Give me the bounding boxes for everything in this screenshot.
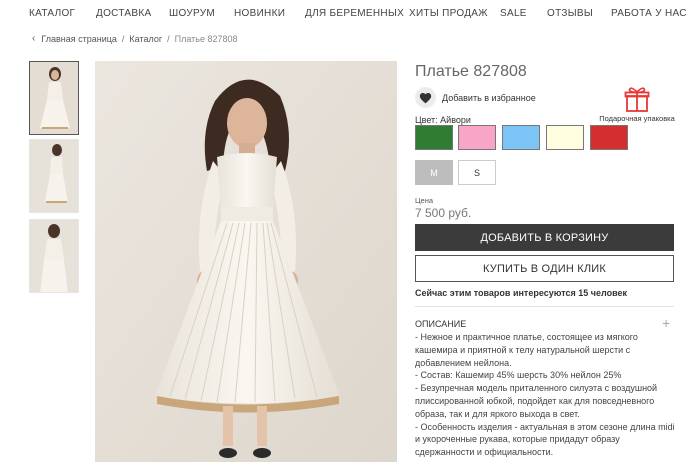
add-to-cart-button[interactable]: ДОБАВИТЬ В КОРЗИНУ — [415, 224, 674, 251]
nav-item-catalog[interactable]: КАТАЛОГ — [29, 8, 75, 19]
description-line: - Особенность изделия - актуальная в это… — [415, 421, 675, 458]
nav-item-delivery[interactable]: ДОСТАВКА — [96, 8, 151, 19]
description-line: - Нежное и практичное платье, состоящее … — [415, 332, 638, 368]
product-main-image[interactable] — [95, 61, 397, 462]
color-label: Цвет: Айвори — [415, 115, 471, 125]
buy-one-click-button[interactable]: КУПИТЬ В ОДИН КЛИК — [415, 255, 674, 282]
nav-item-careers[interactable]: РАБОТА У НАС — [611, 8, 687, 19]
color-swatch-green[interactable] — [415, 125, 453, 150]
gift-wrap-label: Подарочная упаковка — [599, 114, 675, 123]
description-line: - Безупречная модель приталенного силуэт… — [415, 383, 658, 419]
breadcrumb-separator: / — [121, 33, 125, 44]
description-line: - Состав: Кашемир 45% шерсть 30% нейлон … — [415, 370, 622, 381]
breadcrumb-current: Платье 827808 — [174, 33, 238, 44]
breadcrumb-home[interactable]: Главная страница — [41, 34, 117, 44]
breadcrumb-catalog[interactable]: Каталог — [129, 34, 162, 44]
nav-item-new[interactable]: НОВИНКИ — [234, 8, 285, 19]
divider — [415, 306, 674, 307]
gift-box-icon[interactable] — [624, 85, 650, 113]
breadcrumb: ‹ Главная страница / Каталог / Платье 82… — [32, 33, 238, 44]
size-option-m[interactable]: M — [415, 160, 453, 185]
nav-item-reviews[interactable]: ОТЗЫВЫ — [547, 8, 593, 19]
nav-item-showroom[interactable]: ШОУРУМ — [169, 8, 215, 19]
gift-wrap-option[interactable]: Подарочная упаковка — [599, 85, 675, 123]
add-to-favorites[interactable]: Добавить в избранное — [415, 87, 536, 108]
interest-counter: Сейчас этим товаров интересуются 15 чело… — [415, 288, 628, 298]
plus-icon[interactable]: + — [662, 315, 670, 331]
color-swatch-light-blue[interactable] — [502, 125, 540, 150]
favorite-label[interactable]: Добавить в избранное — [442, 93, 536, 103]
product-title: Платье 827808 — [415, 63, 527, 80]
product-price: 7 500 руб. — [415, 206, 472, 220]
heart-icon[interactable] — [415, 87, 436, 108]
product-thumbnail-2[interactable] — [29, 139, 79, 213]
product-thumbnail-1[interactable] — [29, 61, 79, 135]
color-swatch-pink[interactable] — [458, 125, 496, 150]
breadcrumb-separator: / — [167, 33, 170, 44]
product-thumbnail-3[interactable] — [29, 219, 79, 293]
size-option-s[interactable]: S — [458, 160, 496, 185]
nav-item-maternity[interactable]: ДЛЯ БЕРЕМЕННЫХ — [305, 8, 404, 19]
nav-item-bestsellers[interactable]: ХИТЫ ПРОДАЖ — [409, 8, 488, 19]
chevron-left-icon: ‹ — [32, 33, 36, 44]
top-navigation: КАТАЛОГ ДОСТАВКА ШОУРУМ НОВИНКИ ДЛЯ БЕРЕ… — [0, 0, 700, 28]
price-label: Цена — [415, 196, 434, 205]
color-swatch-red[interactable] — [590, 125, 628, 150]
description-body: - Нежное и практичное платье, состоящее … — [415, 331, 677, 459]
description-heading[interactable]: ОПИСАНИЕ — [415, 319, 466, 329]
color-swatch-ivory[interactable] — [546, 125, 584, 150]
nav-item-sale[interactable]: SALE — [500, 8, 527, 19]
